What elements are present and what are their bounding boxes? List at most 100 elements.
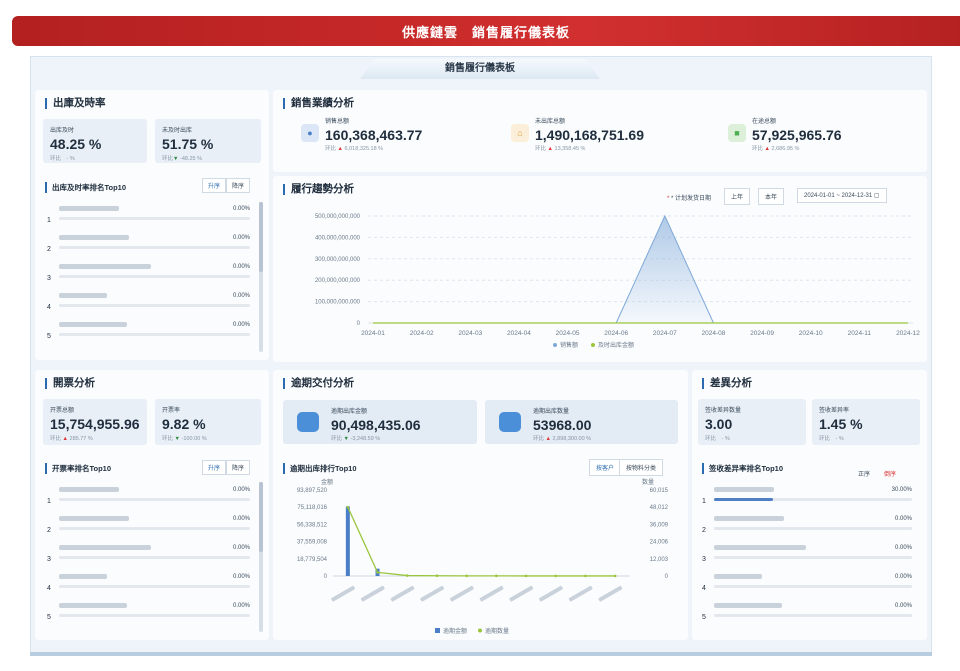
kpi-value: 90,498,435.06	[331, 417, 421, 433]
panel-title: 履行趨勢分析	[283, 184, 354, 195]
user-icon: ●	[301, 124, 319, 142]
kpi-compare: 环比 ▲ 13,358.45 %	[535, 146, 586, 152]
rank-progress	[714, 527, 912, 530]
rank-progress	[59, 585, 250, 588]
sort-desc-button[interactable]: 倒序	[884, 469, 896, 478]
x-tick-label: 2024-10	[799, 330, 823, 337]
up-arrow-icon: ▲	[62, 436, 68, 442]
sort-asc-button[interactable]: 升序	[202, 178, 227, 193]
y-right-tick: 12,003	[650, 557, 669, 563]
rank-number: 5	[702, 614, 706, 621]
y-right-tick: 0	[665, 574, 669, 580]
line-point	[524, 574, 528, 578]
sales-kpi: ■ 在途总额 57,925,965.76 环比 ▲ 2,686.95 %	[728, 116, 842, 152]
rank-title: 出库及时率排名Top10	[45, 182, 126, 193]
date-range-picker[interactable]: 2024-01-01 ~ 2024-12-31 ▢	[797, 188, 887, 203]
rank-name-redacted	[714, 545, 806, 550]
rank-row[interactable]: 2 0.00%	[702, 514, 912, 543]
rank-name-redacted	[59, 264, 151, 269]
rank-row[interactable]: 2 0.00%	[47, 514, 250, 543]
legend-marker	[553, 343, 557, 347]
kpi-value: 3.00	[705, 416, 733, 432]
panel-delivery-rate: 出庫及時率 出库及时 48.25 % 环比 - % 未及时出库 51.75 % …	[35, 90, 269, 360]
prev-year-button[interactable]: 上年	[724, 188, 751, 205]
line-point	[376, 571, 379, 574]
rank-list: 1 0.00% 2 0.00% 3 0.00% 4 0.00% 5 0.00%	[47, 485, 250, 630]
rank-progress	[59, 333, 250, 336]
rank-row[interactable]: 3 0.00%	[47, 543, 250, 572]
bar	[345, 506, 350, 576]
rank-name-redacted	[59, 516, 129, 521]
rank-progress	[59, 275, 250, 278]
panel-title: 逾期交付分析	[283, 378, 354, 389]
dashboard-tab[interactable]: 銷售履行儀表板	[360, 59, 600, 79]
rank-row[interactable]: 1 0.00%	[47, 485, 250, 514]
y-tick-label: 500,000,000,000	[315, 214, 361, 220]
rank-progress	[714, 585, 912, 588]
line-point	[495, 574, 498, 578]
kpi-value: 48.25 %	[50, 136, 102, 152]
kpi-label: 销售总额	[325, 119, 350, 125]
kpi-compare: 环比 ▼ -100.00 %	[162, 436, 207, 442]
sort-desc-button[interactable]: 降序	[226, 460, 251, 475]
rank-number: 4	[47, 585, 51, 592]
rank-row[interactable]: 5 0.00%	[47, 601, 250, 630]
rank-name-redacted	[59, 545, 151, 550]
rank-row[interactable]: 4 0.00%	[47, 572, 250, 601]
kpi-compare: 环比 ▼ -3,248.59 %	[331, 436, 381, 442]
kpi-value: 15,754,955.96	[50, 416, 140, 432]
by-material-button[interactable]: 按物料分类	[619, 459, 664, 476]
this-year-button[interactable]: 本年	[758, 188, 785, 205]
rank-row[interactable]: 2 0.00%	[47, 233, 250, 262]
rank-row[interactable]: 4 0.00%	[47, 291, 250, 320]
x-tick-label: 2024-03	[458, 330, 482, 337]
series-line-qty	[347, 506, 616, 577]
rank-row[interactable]: 1 0.00%	[47, 204, 250, 233]
rank-row[interactable]: 5 0.00%	[47, 320, 250, 349]
x-tick-label: 2024-12	[896, 330, 920, 337]
kpi-label: 未及时出库	[162, 128, 193, 134]
box-icon	[499, 412, 521, 432]
legend-marker	[435, 628, 440, 633]
rank-scrollbar[interactable]	[259, 202, 263, 352]
rank-row[interactable]: 5 0.00%	[702, 601, 912, 630]
kpi-value: 57,925,965.76	[752, 127, 842, 143]
kpi-compare: 环比 - %	[50, 156, 75, 162]
rank-percent: 0.00%	[232, 206, 250, 212]
rank-row[interactable]: 4 0.00%	[702, 572, 912, 601]
rank-name-redacted	[59, 322, 127, 327]
kpi-value: 160,368,463.77	[325, 127, 423, 143]
kpi-on-time: 出库及时 48.25 % 环比 - %	[43, 119, 147, 163]
y-left-tick: 0	[324, 574, 328, 580]
rank-scrollbar[interactable]	[259, 482, 263, 632]
rank-row[interactable]: 1 30.00%	[702, 485, 912, 514]
rank-number: 4	[47, 304, 51, 311]
rank-number: 2	[702, 527, 706, 534]
sort-asc-button[interactable]: 升序	[202, 460, 227, 475]
y-tick-label: 400,000,000,000	[315, 235, 361, 241]
rank-number: 5	[47, 614, 51, 621]
kpi-label: 出库及时	[50, 128, 75, 134]
by-customer-button[interactable]: 按客户	[589, 459, 622, 476]
line-point	[554, 574, 558, 578]
y-tick-label: 200,000,000,000	[315, 278, 361, 284]
kpi-value: 53968.00	[533, 417, 592, 433]
rank-row[interactable]: 3 0.00%	[702, 543, 912, 572]
sort-asc-button[interactable]: 正序	[858, 469, 870, 478]
kpi-compare: 环比 ▲ 2,898,300.00 %	[533, 436, 592, 442]
legend-label: 销售额	[560, 341, 578, 349]
kpi-variance-qty: 签收差异数量 3.00 环比 - %	[698, 399, 806, 445]
app-title-bar: 供應鏈雲 銷售履行儀表板	[12, 16, 960, 46]
wallet-icon	[297, 412, 319, 432]
rank-row[interactable]: 3 0.00%	[47, 262, 250, 291]
rank-number: 3	[47, 556, 51, 563]
x-tick-label: 2024-04	[507, 330, 531, 337]
sort-toggle: 升序 降序	[202, 460, 251, 475]
rank-progress	[59, 246, 250, 249]
kpi-compare: 环比 - %	[705, 436, 730, 442]
sort-desc-button[interactable]: 降序	[226, 178, 251, 193]
y-left-tick: 37,559,008	[297, 540, 328, 546]
y-right-tick: 60,015	[650, 488, 669, 494]
line-point	[465, 574, 468, 578]
rank-name-redacted	[714, 603, 782, 608]
